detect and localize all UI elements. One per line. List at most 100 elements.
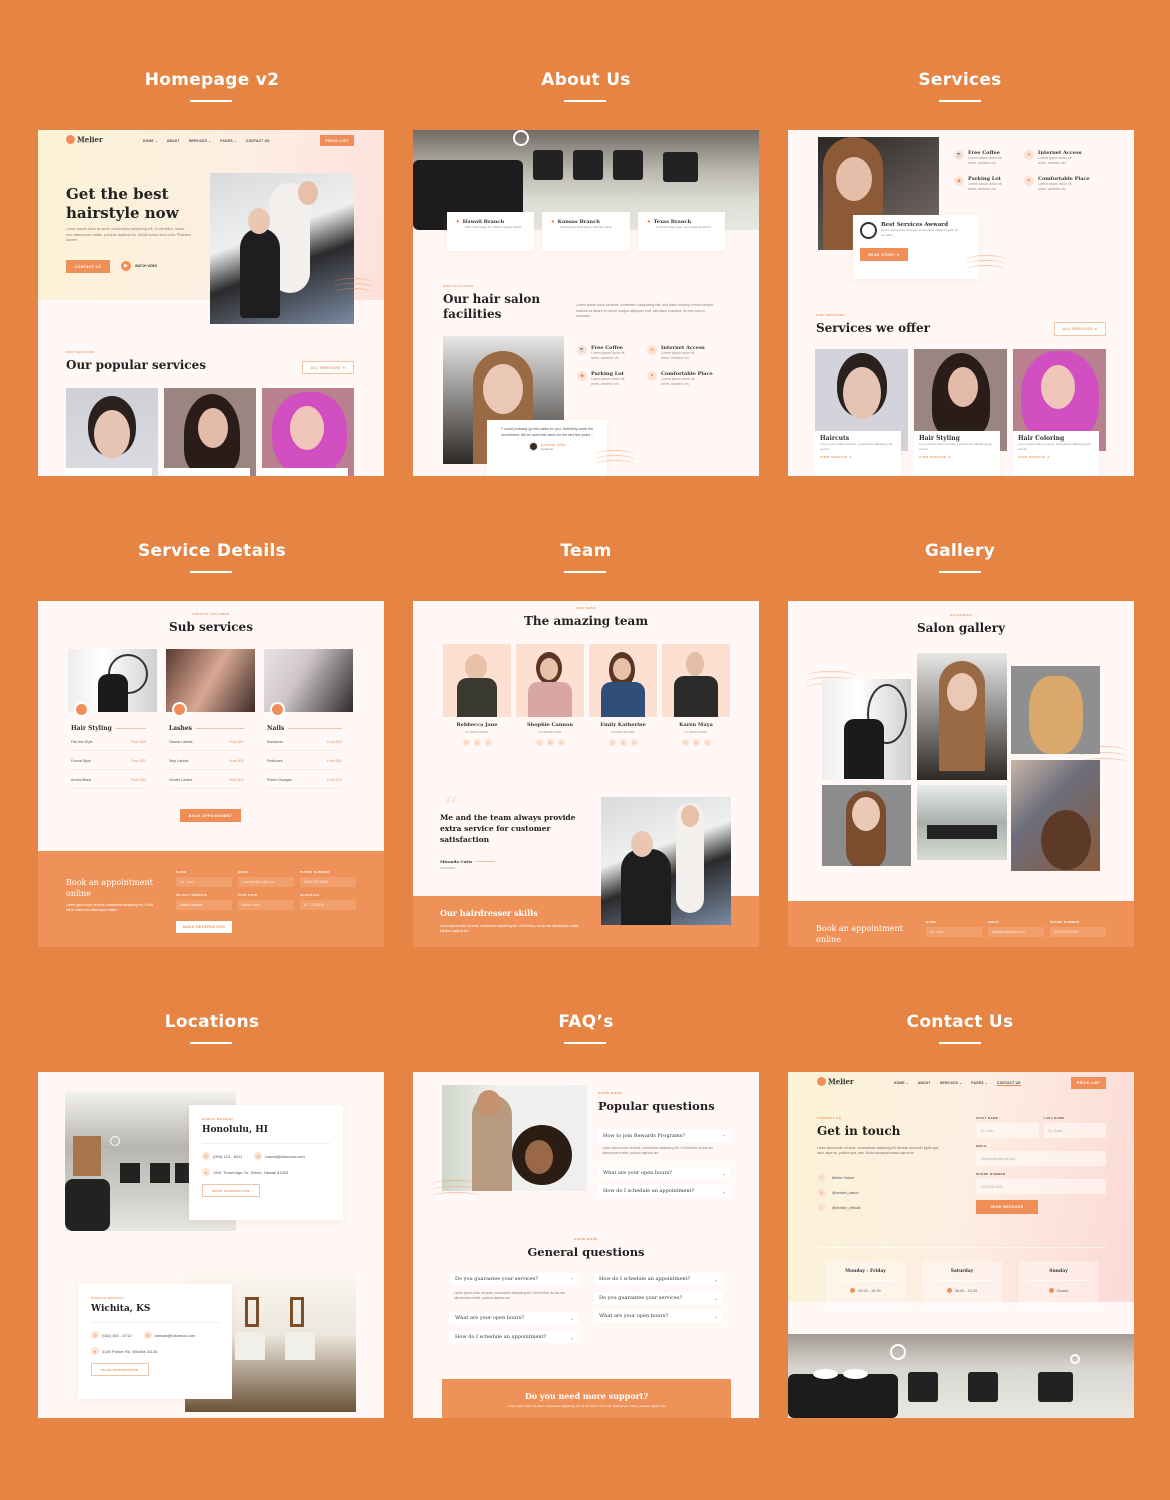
date-input[interactable]: Select date [238,900,294,910]
email-input[interactable]: example@email.com [238,877,294,887]
location-phone[interactable]: (081) 801 - 6712 [102,1333,132,1338]
faq-item-open[interactable]: Do you guarantee your services? ⌃ [450,1273,579,1285]
twitter-icon[interactable]: t [703,739,711,746]
facebook-icon[interactable]: f [608,739,616,746]
view-service-link[interactable]: VIEW SERVICE ➔ [919,455,995,459]
branch-card-hawaii[interactable]: ● Hawaii Branch 1901 Thornridge Cir. Shi… [447,212,534,251]
faq-item[interactable]: What are your open hours? ⌄ [450,1312,579,1324]
coffee-icon: ☕ [954,150,964,160]
contact-us-button[interactable]: CONTACT US [66,260,110,273]
all-services-button[interactable]: ALL SERVICES ➔ [1054,322,1106,336]
service-select[interactable]: Select Service [176,900,232,910]
facebook-icon[interactable]: f [681,739,689,746]
nav-home[interactable]: HOME ⌄ [894,1081,909,1086]
team-member-card[interactable]: Karen Maya HAIRDRESSER f ◎ t [662,644,730,746]
name-input[interactable]: Ex. John [176,877,232,887]
locations-preview[interactable]: HAWAII BRANCH Honolulu, HI ✆ (093) 123 - … [38,1072,384,1418]
service-card-haircuts[interactable]: Haircuts Lorem ipsum dolor sit amet, con… [815,349,908,476]
location-phone[interactable]: (093) 123 - 8011 [213,1154,242,1159]
team-member-card[interactable]: Shophie Cannon HAIRDRESSER f ◎ t [516,644,584,746]
location-email[interactable]: hawaii@tokomoo.com [265,1154,304,1159]
nav-services[interactable]: SERVICES ⌄ [189,139,212,143]
team-preview[interactable]: OUR TEAM The amazing team Rebbecca Jane … [413,601,759,947]
make-reservation-button[interactable]: MAKE RESERVATION [202,1184,260,1197]
gallery-image-6[interactable] [1011,760,1100,871]
member-role: HAIRDRESSER [684,731,708,734]
instagram-icon[interactable]: ◎ [473,739,481,746]
nav-about[interactable]: ABOUT [167,139,180,143]
name-input[interactable]: Ex. John [926,927,982,937]
gallery-image-3[interactable] [1011,666,1100,754]
nav-pages[interactable]: PAGES ⌄ [971,1081,988,1086]
nav-services[interactable]: SERVICES ⌄ [940,1081,963,1086]
faq-item-open[interactable]: How to join Rewards Programs? ⌃ [598,1130,731,1142]
location-pin-icon: ● [91,1347,99,1355]
price-list-button[interactable]: PRICE LIST [320,135,354,146]
faq-item[interactable]: Do you guarantee your services? ⌄ [594,1292,723,1304]
book-appointment-button[interactable]: BOOK APPOINTMENT [180,809,241,822]
make-reservation-button[interactable]: MAKE RESERVATION [91,1363,149,1376]
twitter-icon[interactable]: t [557,739,565,746]
faq-item[interactable]: What are your open hours? ⌄ [598,1167,731,1179]
branch-card-texas[interactable]: ● Texas Branch 2715 Ash Dan Jose, South … [638,212,725,251]
gallery-preview[interactable]: GALLERIES Salon gallery Book an appointm… [788,601,1134,947]
skills-title: Our hairdresser skills [440,908,538,918]
social-link[interactable]: @melier_salon [832,1190,859,1195]
gallery-image-5[interactable] [917,785,1007,860]
divider [817,1247,1106,1248]
gallery-image-2[interactable] [917,653,1007,780]
price-list-button[interactable]: PRICE LIST [1071,1077,1106,1089]
nav-about[interactable]: ABOUT [918,1081,931,1086]
phone-input[interactable]: (000) 632-5556 [976,1179,1106,1194]
nav-home[interactable]: HOME ⌄ [143,139,158,143]
services-preview[interactable]: ☕ Free Coffee Lorem ipsum dolor sit amet,… [788,130,1134,476]
last-name-input[interactable]: Ex. Evans [1043,1123,1106,1138]
facebook-icon[interactable]: f [462,739,470,746]
about-preview[interactable]: ● Hawaii Branch 1901 Thornridge Cir. Shi… [413,130,759,476]
location-email[interactable]: kansas@tokomoo.com [155,1333,196,1338]
team-member-card[interactable]: Rebbecca Jane HAIRDRESSER f ◎ t [443,644,511,746]
social-link[interactable]: @melier_official [832,1205,860,1210]
nav-contact[interactable]: CONTACT US [246,139,270,143]
faq-preview[interactable]: KNOW MORE Popular questions How to join … [413,1072,759,1418]
phone-input[interactable]: (000) 632-5556 [300,877,356,887]
twitter-icon[interactable]: t [484,739,492,746]
read-story-button[interactable]: READ STORY ➔ [860,248,908,261]
homepage-preview[interactable]: Melier MATIS BEAUTY SALON HOME ⌄ ABOUT S… [38,130,384,476]
branch-card-kansas[interactable]: ● Kansas Branch 4140 Parker Rad Street, … [542,212,630,251]
social-link[interactable]: Melier Salon [832,1175,854,1180]
service-card-hair-styling[interactable]: Hair Styling Lorem ipsum dolor sit amet,… [914,349,1007,476]
send-message-button[interactable]: SEND MESSAGE [976,1200,1038,1214]
nav-pages[interactable]: PAGES ⌄ [220,139,237,143]
hours-day: Sunday [1027,1269,1090,1281]
view-service-link[interactable]: VIEW SERVICE ➔ [1018,455,1094,459]
all-services-button[interactable]: ALL SERVICES ➔ [302,361,354,374]
faq-item[interactable]: How do I schedule an appointment? ⌄ [598,1185,731,1197]
phone-input[interactable]: (000) 632-5556 [1050,927,1106,937]
gallery-image-1[interactable] [822,679,911,780]
brand-logo[interactable]: Melier MATIS BEAUTY SALON [817,1077,854,1086]
team-member-card[interactable]: Emily Katherine HAIRDRESSER f ◎ t [589,644,657,746]
email-input[interactable]: example@yourmail.com [976,1151,1106,1166]
view-service-link[interactable]: VIEW SERVICE ➔ [820,455,896,459]
watch-video-button[interactable]: ▶ WATCH VIDEO [121,261,157,271]
facebook-icon[interactable]: f [535,739,543,746]
gallery-image-4[interactable] [822,785,911,866]
schedule-input[interactable]: Ex. 12:00PM [300,900,356,910]
twitter-icon[interactable]: t [630,739,638,746]
faq-item[interactable]: How do I schedule an appointment? ⌄ [594,1273,723,1285]
contact-preview[interactable]: Melier MATIS BEAUTY SALON HOME ⌄ ABOUT S… [788,1072,1134,1418]
main-nav: HOME ⌄ ABOUT SERVICES ⌄ PAGES ⌄ CONTACT … [894,1081,1021,1086]
instagram-icon[interactable]: ◎ [619,739,627,746]
service-details-preview[interactable]: SERVICE INCLUDED Sub services Hair Styli… [38,601,384,947]
instagram-icon[interactable]: ◎ [546,739,554,746]
email-input[interactable]: example@email.com [988,927,1044,937]
instagram-icon[interactable]: ◎ [692,739,700,746]
brand-logo[interactable]: Melier MATIS BEAUTY SALON [66,135,103,144]
nav-contact-active[interactable]: CONTACT US [996,1081,1021,1086]
faq-item[interactable]: How do I schedule an appointment? ⌄ [450,1331,579,1343]
make-reservation-button[interactable]: MAKE RESERVATION [176,921,232,933]
faq-item[interactable]: What are your open hours? ⌄ [594,1310,723,1322]
service-card-hair-coloring[interactable]: Hair Coloring Lorem ipsum dolor sit amet… [1013,349,1106,476]
first-name-input[interactable]: Ex. John [976,1123,1039,1138]
